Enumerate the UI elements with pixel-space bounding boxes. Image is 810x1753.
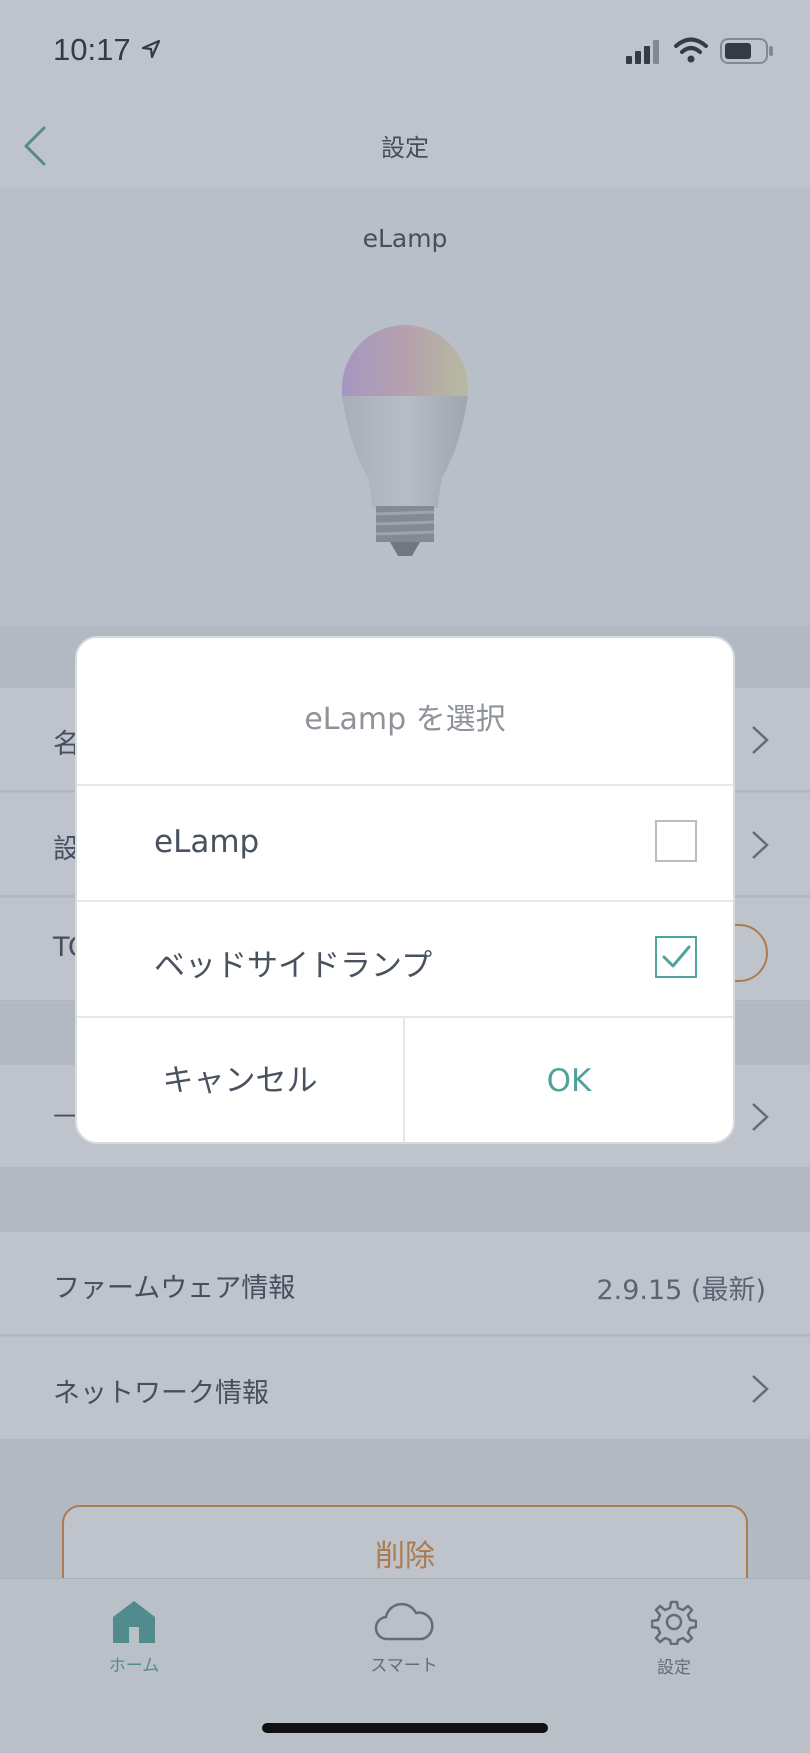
option-bedside-lamp[interactable]: ベッドサイドランプ — [77, 902, 733, 1016]
option-label: ベッドサイドランプ — [154, 948, 433, 984]
checkbox-unchecked[interactable] — [655, 820, 697, 862]
option-elamp[interactable]: eLamp — [77, 786, 733, 900]
dialog-title: eLamp を選択 — [304, 702, 506, 737]
cancel-button[interactable]: キャンセル — [77, 1018, 405, 1142]
checkmark-icon — [662, 945, 691, 968]
option-label: eLamp — [154, 824, 260, 860]
ok-button[interactable]: OK — [405, 1018, 733, 1142]
checkbox-checked[interactable] — [655, 936, 697, 978]
select-device-dialog: eLamp を選択 eLamp ベッドサイドランプ キャンセル OK — [75, 636, 735, 1144]
home-indicator — [262, 1723, 548, 1733]
dialog-buttons: キャンセル OK — [77, 1018, 733, 1142]
